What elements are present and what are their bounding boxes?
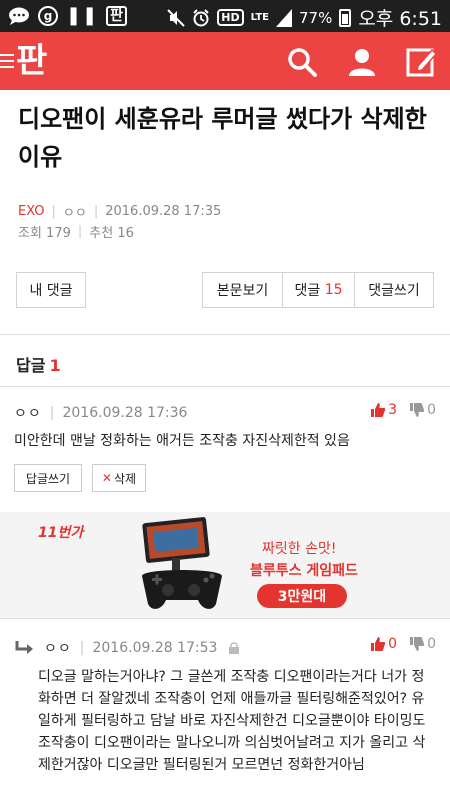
thumbs-down-icon: [410, 403, 425, 417]
comment-meta: ㅇㅇ | 2016.09.28 17:53: [14, 638, 241, 658]
search-icon[interactable]: [284, 44, 320, 80]
view-body-button[interactable]: 본문보기: [203, 273, 283, 307]
status-right-icons: HD LTE 77% 오후 6:51: [167, 4, 442, 31]
ad-price-badge: 3만원대: [257, 584, 347, 608]
downvote-button[interactable]: 0: [409, 636, 436, 652]
divider: |: [79, 640, 85, 656]
thumbs-up-icon: [371, 403, 386, 417]
user-icon[interactable]: [344, 44, 380, 80]
replies-header: 답글 1: [16, 352, 61, 376]
menu-icon[interactable]: [0, 54, 14, 68]
g-circle-icon: g: [38, 6, 58, 26]
upvote-count: 0: [388, 636, 398, 652]
upvote-button[interactable]: 3: [370, 402, 397, 418]
view-count: 조회 179: [18, 226, 71, 241]
section-divider: [0, 334, 450, 335]
status-left-icons: g ❚❚ 판: [8, 5, 128, 26]
downvote-count: 0: [427, 636, 436, 652]
recommend-count: 추천 16: [89, 226, 134, 241]
replies-label: 답글: [16, 356, 46, 375]
pan-app-icon: 판: [106, 6, 128, 26]
logo-menu-button[interactable]: 판: [0, 40, 47, 82]
mute-icon: [167, 8, 185, 27]
divider: |: [49, 405, 55, 421]
signal-icon: [275, 8, 292, 27]
ad-banner[interactable]: 11번가 짜릿한 손맛! 블루투스 게임패드 3만원대: [0, 512, 450, 618]
divider: |: [51, 204, 56, 219]
post-category[interactable]: EXO: [18, 204, 45, 219]
gamepad-image: [142, 517, 222, 609]
post-action-group: 본문보기 댓글 15 댓글쓰기: [202, 272, 434, 308]
write-comment-button[interactable]: 댓글쓰기: [355, 273, 433, 307]
lte-label: LTE: [250, 12, 269, 23]
battery-percent: 77%: [298, 8, 333, 27]
comment-author: ㅇㅇ: [44, 641, 72, 657]
comment-author: ㅇㅇ: [14, 406, 42, 422]
page-title: 디오팬이 세훈유라 루머글 썼다가 삭제한 이유: [18, 105, 427, 171]
lock-icon: [229, 642, 240, 654]
reply-arrow-icon: [15, 641, 33, 654]
ad-brand: 11번가: [38, 525, 84, 541]
post-datetime: 2016.09.28 17:35: [105, 204, 222, 219]
replies-count: 1: [49, 356, 61, 375]
delete-label: 삭제: [113, 471, 137, 486]
post-author: ㅇㅇ: [62, 206, 87, 221]
header-actions: [284, 44, 440, 80]
post-meta: EXO | ㅇㅇ | 2016.09.28 17:35: [18, 202, 221, 221]
comment-meta: ㅇㅇ | 2016.09.28 17:36: [14, 403, 187, 423]
pause-icon: ❚❚: [66, 5, 99, 26]
write-icon[interactable]: [404, 44, 440, 80]
comments-count: 15: [324, 282, 343, 298]
comment-datetime: 2016.09.28 17:36: [62, 405, 188, 421]
comment-text: 미안한데 맨날 정화하는 애거든 조작충 자진삭제한적 있음: [14, 433, 350, 449]
delete-button[interactable]: ✕ 삭제: [92, 464, 146, 492]
downvote-count: 0: [427, 402, 436, 418]
comments-button[interactable]: 댓글 15: [283, 273, 355, 307]
comment-votes: 3 0: [370, 402, 436, 418]
section-divider: [0, 618, 450, 619]
clock: 오후 6:51: [358, 8, 442, 30]
comments-label: 댓글: [294, 283, 321, 299]
thumbs-down-icon: [410, 637, 425, 651]
ad-product-name: 블루투스 게임패드: [250, 563, 358, 579]
ad-headline: 짜릿한 손맛!: [262, 541, 337, 557]
thumbs-up-icon: [371, 637, 386, 651]
section-divider: [0, 386, 450, 387]
divider: |: [93, 204, 99, 219]
comment-text: 디오글 말하는거아냐? 그 글쓴게 조작충 디오팬이라는거다 너가 정화하면 더…: [38, 669, 426, 773]
battery-icon: [339, 8, 352, 27]
upvote-button[interactable]: 0: [370, 636, 397, 652]
post-stats: 조회 179 | 추천 16: [18, 222, 134, 241]
status-bar: g ❚❚ 판 HD LTE 77% 오후 6:51: [0, 0, 450, 32]
upvote-count: 3: [388, 402, 398, 418]
reply-button[interactable]: 답글쓰기: [14, 464, 82, 492]
comment-votes: 0 0: [370, 636, 436, 652]
alarm-icon: [193, 8, 209, 26]
divider: |: [77, 224, 83, 239]
logo: 판: [16, 41, 47, 81]
hd-badge: HD: [217, 9, 244, 26]
comment-datetime: 2016.09.28 17:53: [92, 640, 218, 656]
downvote-button[interactable]: 0: [409, 402, 436, 418]
app-header: 판: [0, 32, 450, 90]
close-icon: ✕: [101, 471, 112, 485]
my-comments-button[interactable]: 내 댓글: [16, 272, 86, 308]
chat-bubble-icon: [9, 7, 29, 25]
